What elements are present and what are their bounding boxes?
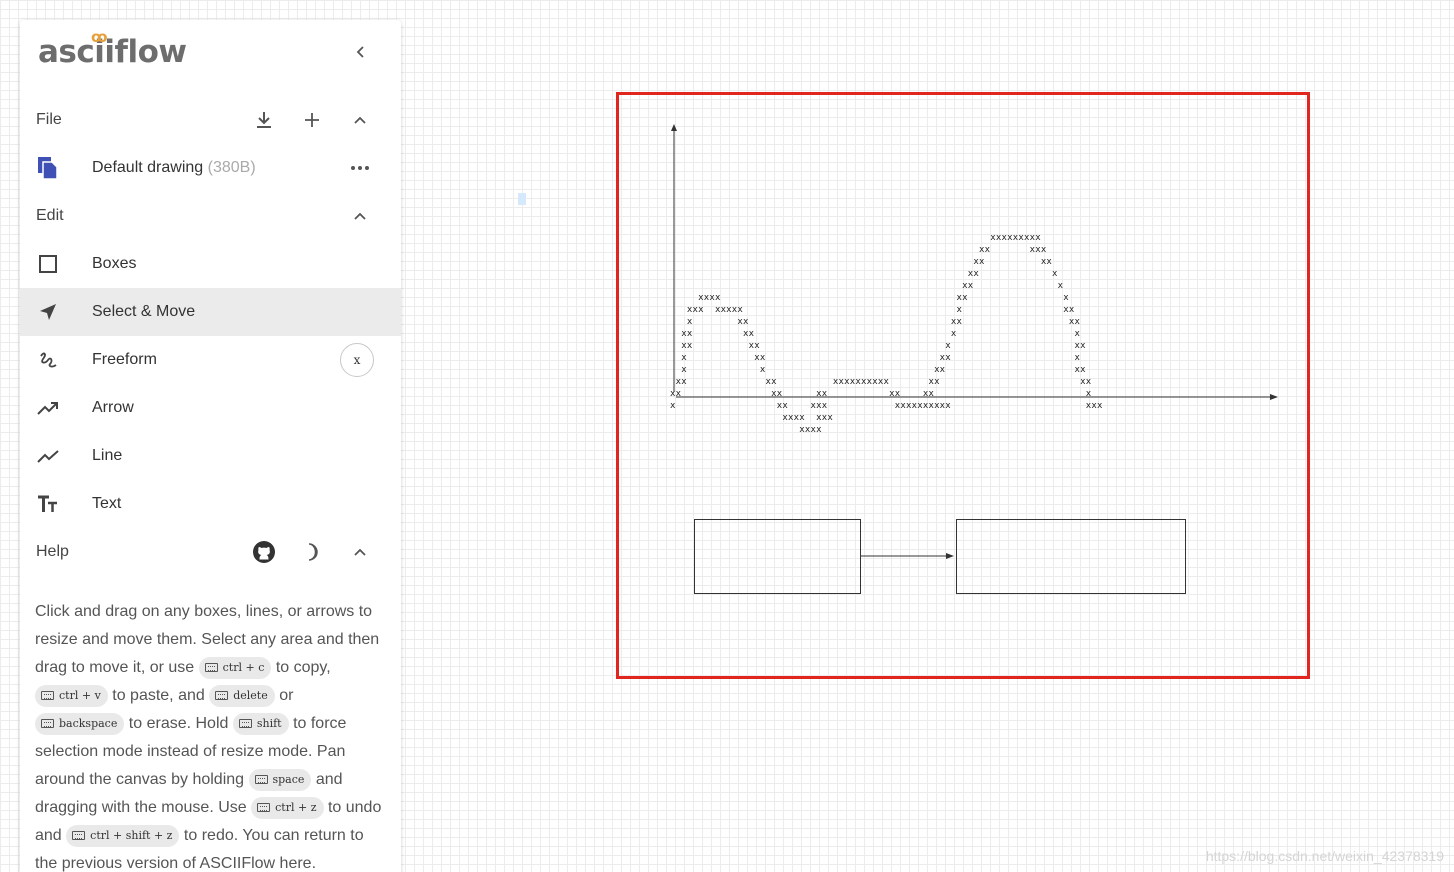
ascii-curve-line: xx xxx xyxy=(670,245,1047,255)
ascii-curve-line: xx x xyxy=(670,281,1064,291)
right-box[interactable] xyxy=(956,519,1186,594)
ascii-curve-line: x xx xx xx xyxy=(670,317,1081,327)
ascii-curve[interactable]: xxxxxxxxx xx xx x xx xx xx x xx x xxxx xx… xyxy=(670,232,1103,436)
ascii-curve-line: xx xx xxxxxxxxxx xx xx xyxy=(670,377,1092,387)
ascii-curve-line: xxxx xx x xyxy=(670,293,1069,303)
y-axis-arrowhead xyxy=(671,124,677,131)
canvas-drawing[interactable] xyxy=(0,0,1454,872)
ascii-curve-line: xxxx xxx xyxy=(670,413,833,423)
ascii-curve-line: xxx xxxxx x xx xyxy=(670,305,1075,315)
ascii-curve-line: xx xx xyxy=(670,257,1053,267)
left-box[interactable] xyxy=(694,519,861,594)
ascii-curve-line: x xx xx x xyxy=(670,353,1081,363)
watermark: https://blog.csdn.net/weixin_42378319 xyxy=(1205,848,1444,864)
ascii-curve-line: xx xx xx xx xx x xyxy=(670,389,1092,399)
ascii-curve-line: x xx xxx xxxxxxxxxx xxx xyxy=(670,401,1103,411)
ascii-curve-line: xxxx xyxy=(670,425,822,435)
ascii-curve-line: xx x xyxy=(670,269,1058,279)
ascii-curve-line: x x xx xx xyxy=(670,365,1086,375)
ascii-curve-line: xx xx x xx xyxy=(670,341,1086,351)
ascii-curve-line: xxxxxxxxx xyxy=(670,233,1041,243)
ascii-curve-line: xx xx x x xyxy=(670,329,1081,339)
x-axis-arrowhead xyxy=(1270,394,1278,400)
box-connector-arrowhead xyxy=(946,553,954,559)
